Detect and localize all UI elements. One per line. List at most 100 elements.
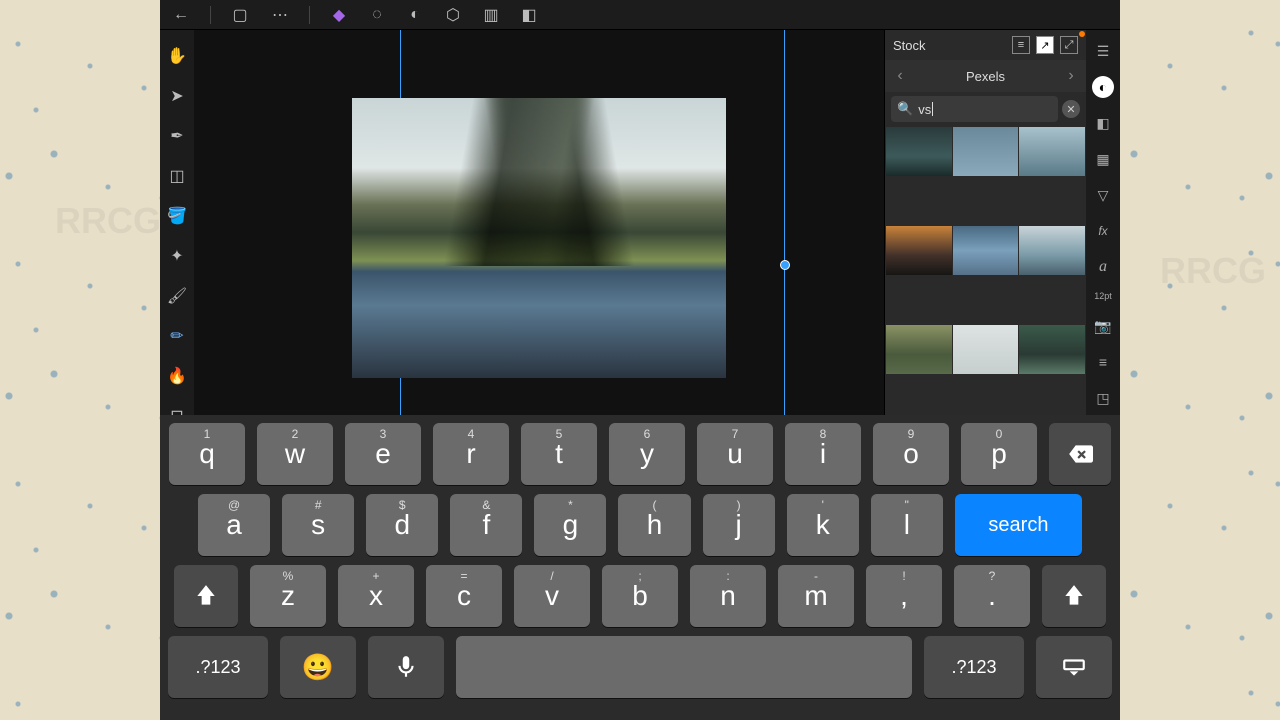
smudge-tool-icon[interactable]: ✏: [165, 324, 189, 348]
key-l[interactable]: "l: [871, 494, 943, 556]
key-j[interactable]: )j: [703, 494, 775, 556]
more-icon[interactable]: ⋯: [269, 4, 291, 26]
pen-tool-icon[interactable]: ✒: [165, 124, 189, 148]
stock-title: Stock: [893, 38, 926, 53]
key-u[interactable]: 7u: [697, 423, 773, 485]
stock-thumb[interactable]: [953, 325, 1019, 374]
text-icon[interactable]: a: [1092, 256, 1114, 278]
emoji-icon: 😀: [302, 652, 334, 683]
canvas-image[interactable]: [352, 98, 726, 378]
search-input[interactable]: 🔍 vs: [891, 96, 1058, 122]
stock-thumb[interactable]: [886, 325, 952, 374]
key-f[interactable]: &f: [450, 494, 522, 556]
key-y[interactable]: 6y: [609, 423, 685, 485]
key-g[interactable]: *g: [534, 494, 606, 556]
fx-icon[interactable]: fx: [1092, 220, 1114, 242]
top-toolbar: ← ▢ ⋯ ◆ ◌ ◐ ⬡ ▥ ◧: [160, 0, 1120, 30]
provider-next-icon[interactable]: ›: [1062, 67, 1080, 85]
channels-icon[interactable]: ▦: [1092, 148, 1114, 170]
search-icon: 🔍: [897, 101, 913, 117]
key-k[interactable]: 'k: [787, 494, 859, 556]
clear-search-icon[interactable]: ✕: [1062, 100, 1080, 118]
space-key[interactable]: [456, 636, 912, 698]
stock-header: Stock ≡ ↗ ⤢: [885, 30, 1086, 60]
adjustments-icon[interactable]: ◐: [1092, 76, 1114, 98]
stock-thumb[interactable]: [1019, 325, 1085, 374]
stock-thumb[interactable]: [953, 127, 1019, 176]
key-h[interactable]: (h: [618, 494, 690, 556]
back-icon[interactable]: ←: [170, 4, 192, 26]
search-row: 🔍 vs ✕: [885, 92, 1086, 126]
layers-icon[interactable]: ☰: [1092, 40, 1114, 62]
move-tool-icon[interactable]: ➤: [165, 84, 189, 108]
key-t[interactable]: 5t: [521, 423, 597, 485]
filter-icon[interactable]: ▽: [1092, 184, 1114, 206]
emoji-key[interactable]: 😀: [280, 636, 356, 698]
provider-prev-icon[interactable]: ‹: [891, 67, 909, 85]
shift-icon: [193, 583, 219, 609]
key-r[interactable]: 4r: [433, 423, 509, 485]
key-o[interactable]: 9o: [873, 423, 949, 485]
persona-export-icon[interactable]: ◧: [518, 4, 540, 26]
key-,[interactable]: !,: [866, 565, 942, 627]
backspace-key[interactable]: [1049, 423, 1111, 485]
key-q[interactable]: 1q: [169, 423, 245, 485]
shift-icon: [1061, 583, 1087, 609]
hide-keyboard-key[interactable]: [1036, 636, 1112, 698]
mic-key[interactable]: [368, 636, 444, 698]
key-.[interactable]: ?.: [954, 565, 1030, 627]
shift-key-left[interactable]: [174, 565, 238, 627]
search-value: vs: [918, 102, 931, 117]
key-a[interactable]: @a: [198, 494, 270, 556]
key-e[interactable]: 3e: [345, 423, 421, 485]
stock-thumb[interactable]: [953, 226, 1019, 275]
provider-name[interactable]: Pexels: [966, 69, 1005, 84]
stock-thumb[interactable]: [886, 127, 952, 176]
persona-channels-icon[interactable]: ▥: [480, 4, 502, 26]
key-i[interactable]: 8i: [785, 423, 861, 485]
mic-icon: [393, 654, 419, 680]
color-icon[interactable]: ◧: [1092, 112, 1114, 134]
key-v[interactable]: /v: [514, 565, 590, 627]
list-view-icon[interactable]: ≡: [1012, 36, 1030, 54]
hand-tool-icon[interactable]: ✋: [165, 44, 189, 68]
key-x[interactable]: +x: [338, 565, 414, 627]
key-p[interactable]: 0p: [961, 423, 1037, 485]
text-cursor: [932, 102, 933, 116]
stock-thumb[interactable]: [886, 226, 952, 275]
handle-right[interactable]: [780, 260, 790, 270]
persona-photo-icon[interactable]: ◆: [328, 4, 350, 26]
search-key[interactable]: search: [955, 494, 1082, 556]
key-n[interactable]: :n: [690, 565, 766, 627]
key-d[interactable]: $d: [366, 494, 438, 556]
document-icon[interactable]: ▢: [229, 4, 251, 26]
key-w[interactable]: 2w: [257, 423, 333, 485]
crop-guides-icon[interactable]: ◳: [1092, 387, 1114, 409]
crop-tool-icon[interactable]: ◫: [165, 164, 189, 188]
eraser-tool-icon[interactable]: 🔥: [165, 364, 189, 388]
fill-tool-icon[interactable]: 🪣: [165, 204, 189, 228]
persona-develop-icon[interactable]: ◌: [366, 4, 388, 26]
heal-tool-icon[interactable]: ✦: [165, 244, 189, 268]
backspace-icon: [1067, 441, 1093, 467]
persona-tonemap-icon[interactable]: ⬡: [442, 4, 464, 26]
fn-key[interactable]: .?123: [168, 636, 268, 698]
brush-tool-icon[interactable]: 🖌: [165, 284, 189, 308]
stock-thumb[interactable]: [1019, 226, 1085, 275]
key-m[interactable]: -m: [778, 565, 854, 627]
shift-key-right[interactable]: [1042, 565, 1106, 627]
text-size-label: 12pt: [1094, 292, 1112, 301]
camera-icon[interactable]: 📷: [1092, 315, 1114, 337]
expand-icon[interactable]: ⤢: [1060, 36, 1078, 54]
key-c[interactable]: =c: [426, 565, 502, 627]
fn-key-right[interactable]: .?123: [924, 636, 1024, 698]
persona-liquify-icon[interactable]: ◐: [404, 4, 426, 26]
pin-icon[interactable]: ↗: [1036, 36, 1054, 54]
provider-row: ‹ Pexels ›: [885, 60, 1086, 92]
onscreen-keyboard: 1q2w3e4r5t6y7u8i9o0p @a#s$d&f*g(h)j'k"ls…: [160, 415, 1120, 720]
sliders-icon[interactable]: ≡: [1092, 351, 1114, 373]
stock-thumb[interactable]: [1019, 127, 1085, 176]
key-s[interactable]: #s: [282, 494, 354, 556]
key-b[interactable]: ;b: [602, 565, 678, 627]
key-z[interactable]: %z: [250, 565, 326, 627]
